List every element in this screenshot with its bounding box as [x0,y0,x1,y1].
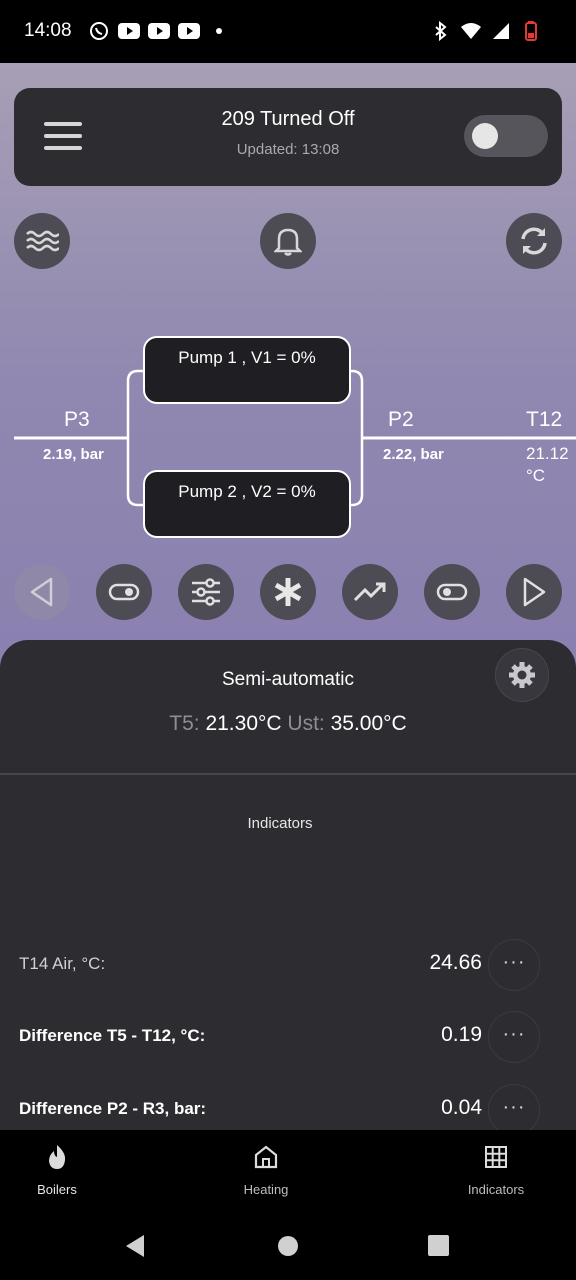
refresh-icon [521,227,547,255]
pump-1-label: Pump 1 , V1 = 0% [178,348,316,367]
temperature-summary: T5: 21.30°C Ust: 35.00°C [0,712,576,736]
nav-heating[interactable]: Heating [206,1142,326,1197]
settings-button[interactable] [495,648,549,702]
youtube-icon [118,20,140,42]
nav-label: Heating [243,1182,289,1197]
water-waves-icon [26,230,59,252]
prev-button[interactable] [14,564,70,620]
indicator-label: Difference P2 - R3, bar: [19,1099,207,1118]
dot-icon [208,20,230,42]
nav-label: Boilers [37,1182,77,1197]
sensor-t12-name: T12 [526,408,563,431]
sensor-p3-value: 2.19, bar [43,446,104,463]
battery-icon [520,20,542,42]
app-content: 209 Turned Off Updated: 13:08 Pump 1 , V… [0,63,576,1130]
switch-button[interactable] [424,564,480,620]
ust-value: 35.00°C [330,712,407,735]
recents-icon[interactable] [428,1235,449,1256]
more-options-button[interactable]: ··· [488,1011,540,1063]
signal-icon [490,20,512,42]
nav-boilers[interactable]: Boilers [0,1142,117,1197]
gear-icon [509,662,535,688]
pump-2-label: Pump 2 , V2 = 0% [178,482,316,501]
indicator-value: 0.19 [441,1023,482,1046]
nav-indicators[interactable]: Indicators [436,1142,556,1197]
cooling-button[interactable] [260,564,316,620]
power-toggle[interactable] [464,115,548,157]
flame-icon [49,1145,66,1169]
next-icon [523,577,546,607]
indicator-value: 24.66 [429,951,482,974]
more-options-button[interactable]: ··· [488,1084,540,1130]
nav-label: Indicators [467,1182,525,1197]
bluetooth-icon [430,20,452,42]
prev-icon [30,577,53,607]
indicator-label: T14 Air, °C: [19,954,106,973]
pump-1-box[interactable]: Pump 1 , V1 = 0% [143,336,351,404]
whatsapp-icon [88,20,110,42]
notifications-button[interactable] [260,213,316,269]
mode-label: Semi-automatic [222,669,354,690]
indicator-value: 0.04 [441,1096,482,1119]
t5-label: T5: [169,712,200,735]
wifi-icon [460,20,482,42]
trend-button[interactable] [342,564,398,620]
settings-sliders-button[interactable] [178,564,234,620]
trend-icon [353,582,386,602]
indicator-label: Difference T5 - T12, °C: [19,1026,206,1045]
sensor-p2-value: 2.22, bar [383,446,444,463]
home-circle-icon[interactable] [277,1235,299,1257]
indicator-row: T14 Air, °C: 24.66 ··· [0,939,576,991]
sensor-p3-name: P3 [64,408,90,431]
indicator-row: Difference T5 - T12, °C: 0.19 ··· [0,1011,576,1063]
toggle-icon [436,583,468,601]
next-button[interactable] [506,564,562,620]
sensor-p2-name: P2 [388,408,414,431]
water-waves-button[interactable] [14,213,70,269]
sensor-t12-unit: °C [526,466,546,485]
indicators-title: Indicators [247,815,313,832]
bottom-nav: Boilers Heating Indicators [0,1130,576,1210]
back-icon[interactable] [124,1234,146,1258]
header-card: 209 Turned Off Updated: 13:08 [14,88,562,186]
t5-value: 21.30°C [205,712,282,735]
bell-icon [274,228,302,256]
ust-label: Ust: [287,712,325,735]
sliders-icon [192,578,220,606]
system-nav-bar [0,1210,576,1280]
status-time: 14:08 [24,20,72,41]
toggle-icon [108,583,140,601]
pump-2-box[interactable]: Pump 2 , V2 = 0% [143,470,351,538]
pump-diagram: Pump 1 , V1 = 0% Pump 2 , V2 = 0% P3 2.1… [0,333,576,543]
youtube-icon [178,20,200,42]
refresh-button[interactable] [506,213,562,269]
mode-toggle-button[interactable] [96,564,152,620]
snowflake-icon [274,578,302,606]
status-bar: 14:08 [0,0,576,63]
sensor-t12-value: 21.12 [526,444,569,463]
control-panel: Semi-automatic T5: 21.30°C Ust: 35.00°C … [0,640,576,1130]
more-options-button[interactable]: ··· [488,939,540,991]
divider [0,773,576,775]
indicator-row: Difference P2 - R3, bar: 0.04 ··· [0,1084,576,1130]
youtube-icon [148,20,170,42]
home-icon [254,1145,278,1169]
grid-icon [485,1146,507,1168]
